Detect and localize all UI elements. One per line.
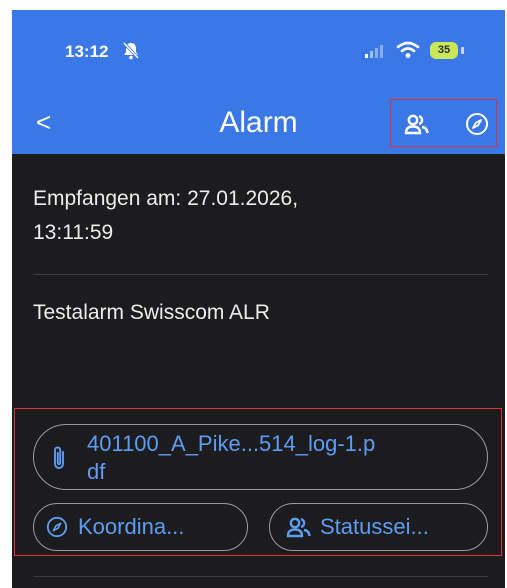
file-attachment-button[interactable]: 401100_A_Pike...514_log-1.p df (33, 424, 488, 490)
divider (33, 576, 488, 577)
wifi-icon (396, 41, 420, 64)
status-page-label: Statussei... (320, 514, 429, 539)
coordinates-label: Koordina... (78, 514, 185, 539)
status-time: 13:12 (65, 42, 109, 61)
battery-tip (461, 47, 464, 54)
compass-icon[interactable] (465, 112, 489, 141)
bell-slash-icon (122, 41, 140, 66)
phone-screen: 13:12 35 < Alarm Empfangen am: 27.01.202… (12, 10, 505, 588)
status-page-button[interactable]: Statussei... (269, 503, 488, 551)
alarm-message: Testalarm Swisscom ALR (33, 301, 270, 324)
nav-bar: < Alarm (12, 96, 505, 154)
received-time: 13:11:59 (33, 221, 114, 244)
received-date: Empfangen am: 27.01.2026, (33, 187, 299, 210)
received-info: Empfangen am: 27.01.2026, 13:11:59 (33, 182, 473, 250)
file-name-line1: 401100_A_Pike...514_log-1.p (87, 431, 376, 456)
people-icon[interactable] (404, 114, 430, 141)
file-name-line2: df (87, 459, 106, 484)
compass-icon (46, 516, 68, 544)
coordinates-button[interactable]: Koordina... (33, 503, 248, 551)
status-bar: 13:12 35 (12, 10, 505, 96)
signal-icon (364, 43, 386, 64)
divider (33, 274, 488, 275)
people-icon (286, 517, 312, 545)
paperclip-icon (52, 445, 66, 477)
battery-icon: 35 (430, 42, 458, 59)
